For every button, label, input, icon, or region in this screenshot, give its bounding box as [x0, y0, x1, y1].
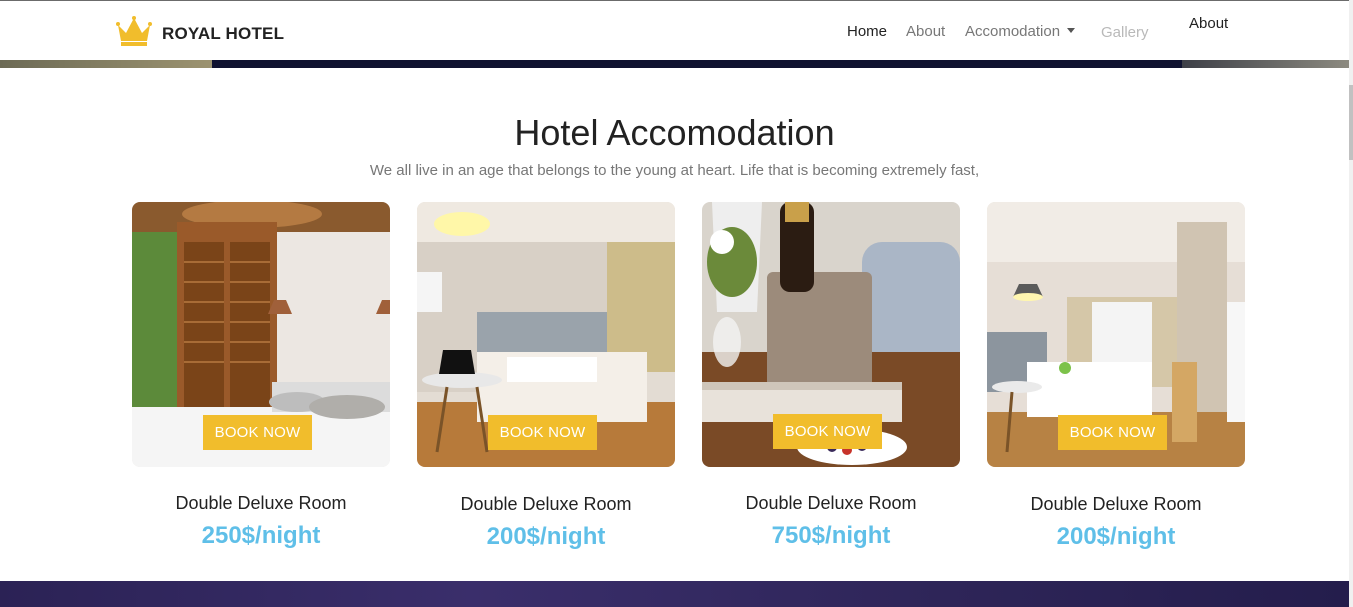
nav-home[interactable]: Home: [847, 23, 887, 40]
room-card: BOOK NOW Double Deluxe Room 750$/night: [702, 202, 960, 549]
room-image: BOOK NOW: [987, 202, 1245, 467]
room-image: BOOK NOW: [132, 202, 390, 467]
room-card: BOOK NOW Double Deluxe Room 200$/night: [417, 202, 675, 550]
room-price: 200$/night: [486, 523, 606, 550]
nav-about-extra[interactable]: About: [1189, 15, 1228, 32]
book-now-button[interactable]: BOOK NOW: [203, 415, 312, 450]
room-price: 250$/night: [201, 522, 321, 549]
nav-gallery[interactable]: Gallery: [1101, 24, 1149, 41]
section-title: Hotel Accomodation: [514, 112, 835, 153]
next-section-banner-edge: [0, 581, 1349, 607]
caret-down-icon: [1067, 28, 1076, 33]
nav-about[interactable]: About: [906, 23, 945, 40]
crown-icon: [116, 16, 152, 46]
room-price: 750$/night: [771, 522, 891, 549]
room-name: Double Deluxe Room: [175, 493, 347, 513]
room-name: Double Deluxe Room: [745, 493, 917, 513]
room-name: Double Deluxe Room: [460, 494, 632, 514]
room-name: Double Deluxe Room: [1030, 494, 1202, 514]
room-price: 200$/night: [1056, 523, 1176, 550]
scrollbar-thumb[interactable]: [1349, 85, 1353, 160]
book-now-button[interactable]: BOOK NOW: [488, 415, 597, 450]
book-now-button[interactable]: BOOK NOW: [1058, 415, 1167, 450]
room-image: BOOK NOW: [417, 202, 675, 467]
room-card: BOOK NOW Double Deluxe Room 250$/night: [132, 202, 390, 549]
nav-accommodation-dropdown[interactable]: Accomodation: [965, 23, 1076, 40]
book-now-button[interactable]: BOOK NOW: [773, 414, 882, 449]
nav-accommodation-label: Accomodation: [965, 23, 1061, 40]
room-image: BOOK NOW: [702, 202, 960, 467]
navbar: ROYAL HOTEL Home About Accomodation Gall…: [0, 1, 1349, 60]
room-card: BOOK NOW Double Deluxe Room 200$/night: [987, 202, 1245, 550]
brand-name: ROYAL HOTEL: [162, 23, 285, 43]
section-subtitle: We all live in an age that belongs to th…: [369, 162, 980, 179]
brand-logo[interactable]: ROYAL HOTEL: [116, 15, 284, 47]
hero-image-edge: [0, 60, 1349, 68]
